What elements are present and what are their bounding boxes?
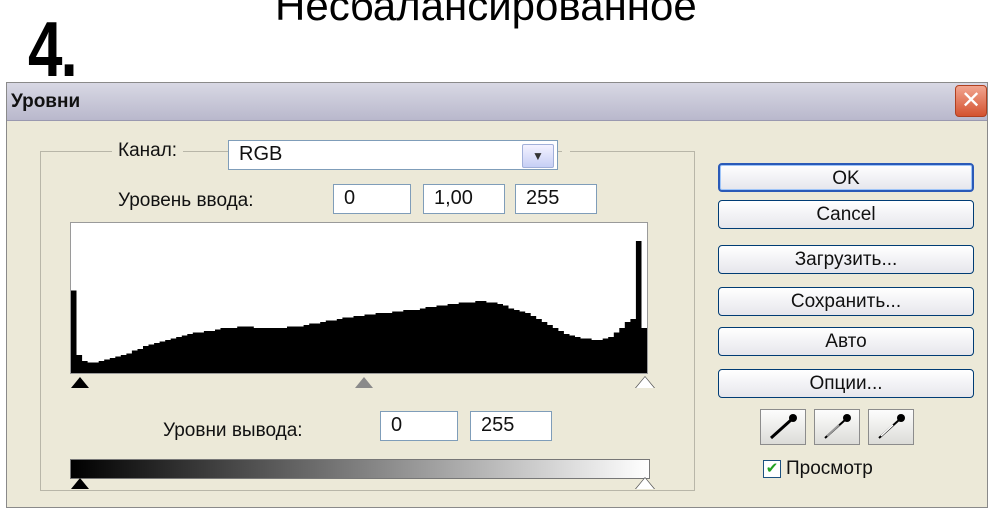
output-black-slider[interactable] bbox=[71, 478, 89, 489]
input-gamma-slider[interactable] bbox=[355, 377, 373, 388]
input-white-slider[interactable] bbox=[636, 377, 654, 388]
save-button[interactable]: Сохранить... bbox=[718, 287, 974, 316]
dialog-title: Уровни bbox=[11, 91, 81, 112]
channel-value: RGB bbox=[239, 143, 283, 165]
gray-eyedropper-icon bbox=[824, 414, 851, 439]
input-white-field[interactable]: 255 bbox=[515, 184, 597, 214]
output-white-field[interactable]: 255 bbox=[470, 411, 552, 441]
output-gradient-bar bbox=[70, 459, 650, 479]
load-button[interactable]: Загрузить... bbox=[718, 245, 974, 274]
auto-button[interactable]: Авто bbox=[718, 327, 974, 356]
white-eyedropper-icon bbox=[878, 414, 905, 439]
options-button[interactable]: Опции... bbox=[718, 369, 974, 398]
black-eyedropper-icon bbox=[769, 414, 797, 440]
channel-label: Канал: bbox=[112, 140, 184, 162]
title-bar[interactable]: Уровни ✕ bbox=[7, 83, 987, 121]
black-eyedropper-button[interactable] bbox=[760, 409, 806, 445]
histogram-graph bbox=[71, 241, 647, 373]
histogram-shape bbox=[71, 241, 647, 373]
white-eyedropper-button[interactable] bbox=[868, 409, 914, 445]
preview-label: Просмотр bbox=[786, 458, 873, 480]
output-white-slider[interactable] bbox=[636, 478, 654, 489]
input-gamma-field[interactable]: 1,00 bbox=[423, 184, 505, 214]
close-button[interactable]: ✕ bbox=[955, 85, 987, 117]
slide-title: Несбалансированное bbox=[275, 0, 697, 29]
group-line-gap bbox=[562, 150, 570, 154]
cancel-button[interactable]: Cancel bbox=[718, 200, 974, 229]
output-black-field[interactable]: 0 bbox=[380, 411, 458, 441]
histogram bbox=[70, 222, 648, 374]
close-icon: ✕ bbox=[960, 87, 982, 114]
gray-eyedropper-button[interactable] bbox=[814, 409, 860, 445]
output-levels-label: Уровни вывода: bbox=[163, 420, 303, 442]
input-black-slider[interactable] bbox=[71, 377, 89, 388]
input-black-field[interactable]: 0 bbox=[333, 184, 411, 214]
preview-checkbox[interactable]: ✔ bbox=[763, 460, 781, 478]
channel-select[interactable]: RGB ▼ bbox=[228, 140, 558, 170]
input-levels-label: Уровень ввода: bbox=[118, 190, 254, 212]
ok-button[interactable]: OK bbox=[718, 163, 974, 192]
chevron-down-icon[interactable]: ▼ bbox=[522, 144, 554, 168]
